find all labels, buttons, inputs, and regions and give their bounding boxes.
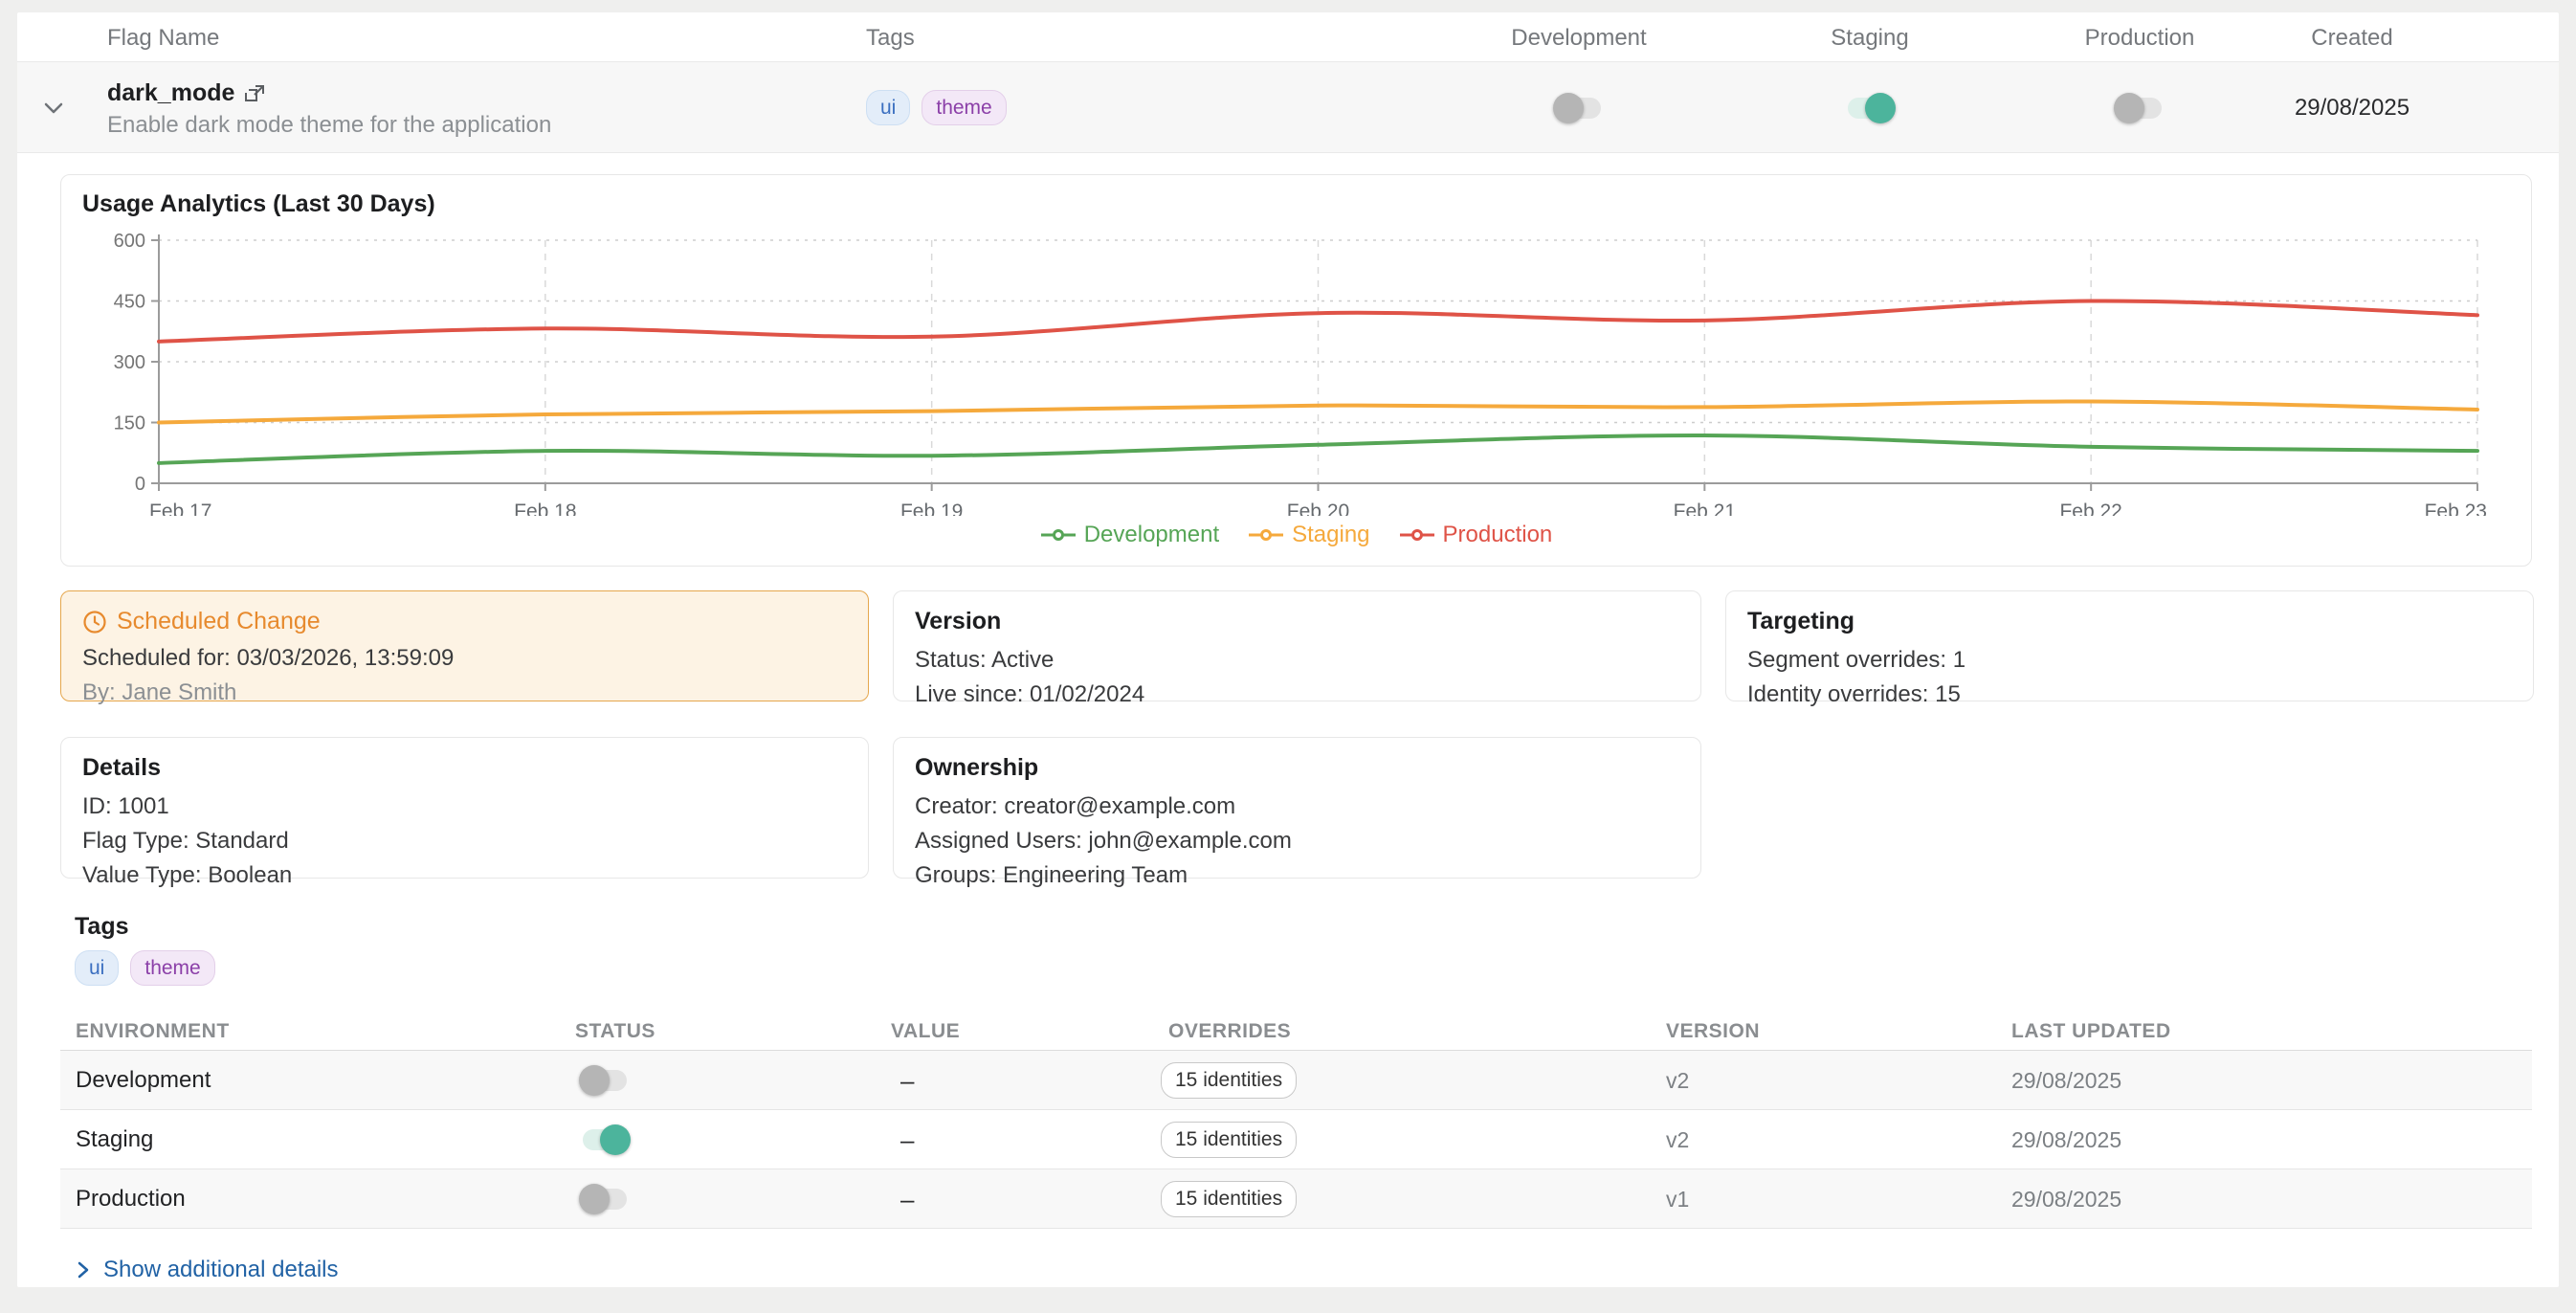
flag-created-date: 29/08/2025 — [2228, 62, 2476, 153]
legend-item-development[interactable]: Development — [1040, 522, 1219, 548]
svg-text:600: 600 — [114, 231, 145, 252]
env-version: v2 — [1666, 1051, 1689, 1110]
flag-name: dark_mode — [107, 79, 234, 107]
production-row-toggle[interactable] — [583, 1189, 627, 1210]
column-tags: Tags — [866, 25, 915, 52]
tag-pill-theme[interactable]: theme — [130, 950, 214, 986]
groups: Groups: Engineering Team — [915, 862, 1679, 889]
identities-badge[interactable]: 15 identities — [1161, 1062, 1297, 1099]
scheduled-by: By: Jane Smith — [82, 679, 847, 706]
svg-text:Feb 18: Feb 18 — [514, 501, 576, 516]
header-environment: ENVIRONMENT — [76, 1020, 230, 1043]
version-status: Status: Active — [915, 647, 1679, 674]
env-name: Production — [76, 1169, 186, 1229]
development-row-toggle[interactable] — [583, 1070, 627, 1091]
env-value: – — [900, 1110, 914, 1169]
tag-pill-theme[interactable]: theme — [922, 90, 1006, 125]
scheduled-for: Scheduled for: 03/03/2026, 13:59:09 — [82, 645, 847, 672]
identities-badge[interactable]: 15 identities — [1161, 1181, 1297, 1217]
svg-text:Feb 23: Feb 23 — [2425, 501, 2487, 516]
svg-text:Feb 17: Feb 17 — [149, 501, 211, 516]
show-additional-details-link[interactable]: Show additional details — [75, 1257, 339, 1283]
table-row-development: Development – 15 identities v2 29/08/202… — [60, 1051, 2532, 1110]
chart-title: Usage Analytics (Last 30 Days) — [82, 190, 435, 218]
scheduled-change-card: Scheduled Change Scheduled for: 03/03/20… — [60, 590, 869, 701]
staging-row-toggle[interactable] — [583, 1129, 627, 1150]
tag-pill-ui[interactable]: ui — [75, 950, 119, 986]
header-value: VALUE — [891, 1020, 960, 1043]
svg-text:450: 450 — [114, 292, 145, 313]
identity-overrides: Identity overrides: 15 — [1747, 681, 2512, 708]
tags-section-title: Tags — [75, 913, 129, 941]
column-staging: Staging — [1745, 25, 1994, 52]
version-live-since: Live since: 01/02/2024 — [915, 681, 1679, 708]
svg-text:300: 300 — [114, 352, 145, 373]
svg-text:150: 150 — [114, 413, 145, 434]
usage-analytics-chart: 0 150 300 450 600 Feb 17 Feb 18 Feb 19 Feb 20 Feb… — [80, 227, 2514, 516]
expand-chevron-icon[interactable] — [38, 94, 69, 121]
header-status: STATUS — [575, 1020, 655, 1043]
chevron-right-icon — [75, 1259, 92, 1280]
flag-description: Enable dark mode theme for the applicati… — [107, 112, 551, 139]
header-last-updated: LAST UPDATED — [2011, 1020, 2171, 1043]
env-name: Staging — [76, 1110, 153, 1169]
staging-toggle[interactable] — [1848, 98, 1892, 119]
feature-flag-panel: Flag Name Tags Development Staging Produ… — [17, 12, 2559, 1287]
svg-text:Feb 22: Feb 22 — [2059, 501, 2121, 516]
header-overrides: OVERRIDES — [1168, 1020, 1291, 1043]
column-created: Created — [2228, 25, 2476, 52]
env-last-updated: 29/08/2025 — [2011, 1051, 2121, 1110]
value-type: Value Type: Boolean — [82, 862, 847, 889]
environment-table-header: ENVIRONMENT STATUS VALUE OVERRIDES VERSI… — [60, 1014, 2532, 1051]
segment-overrides: Segment overrides: 1 — [1747, 647, 2512, 674]
env-last-updated: 29/08/2025 — [2011, 1110, 2121, 1169]
tags-section-tags: uitheme — [75, 950, 215, 986]
flag-id: ID: 1001 — [82, 793, 847, 820]
clock-icon — [82, 610, 107, 634]
column-development: Development — [1455, 25, 1703, 52]
ownership-card-title: Ownership — [915, 754, 1679, 782]
svg-text:Feb 20: Feb 20 — [1287, 501, 1349, 516]
version-card-title: Version — [915, 608, 1679, 635]
details-card: Details ID: 1001 Flag Type: Standard Val… — [60, 737, 869, 879]
environment-table: ENVIRONMENT STATUS VALUE OVERRIDES VERSI… — [60, 1014, 2532, 1229]
table-row-production: Production – 15 identities v1 29/08/2025 — [60, 1169, 2532, 1229]
table-row-staging: Staging – 15 identities v2 29/08/2025 — [60, 1110, 2532, 1169]
flag-row-tags: uitheme — [866, 62, 1007, 153]
assigned-users: Assigned Users: john@example.com — [915, 828, 1679, 855]
column-flag-name: Flag Name — [107, 25, 219, 52]
identities-badge[interactable]: 15 identities — [1161, 1122, 1297, 1158]
external-link-icon[interactable] — [244, 82, 267, 105]
scheduled-change-title: Scheduled Change — [117, 608, 321, 635]
development-toggle[interactable] — [1557, 98, 1601, 119]
creator: Creator: creator@example.com — [915, 793, 1679, 820]
flag-type: Flag Type: Standard — [82, 828, 847, 855]
header-version: VERSION — [1666, 1020, 1760, 1043]
chart-legend: Development Staging Production — [61, 522, 2531, 548]
env-value: – — [900, 1051, 914, 1110]
svg-text:0: 0 — [135, 474, 145, 495]
flag-row: dark_mode Enable dark mode theme for the… — [17, 62, 2559, 153]
version-card: Version Status: Active Live since: 01/02… — [893, 590, 1701, 701]
details-card-title: Details — [82, 754, 847, 782]
env-value: – — [900, 1169, 914, 1229]
usage-analytics-card: Usage Analytics (Last 30 Days) 0 150 300 45… — [60, 174, 2532, 567]
column-production: Production — [2015, 25, 2264, 52]
flag-table-header: Flag Name Tags Development Staging Produ… — [17, 12, 2559, 62]
targeting-card-title: Targeting — [1747, 608, 2512, 635]
env-name: Development — [76, 1051, 211, 1110]
env-version: v2 — [1666, 1110, 1689, 1169]
ownership-card: Ownership Creator: creator@example.com A… — [893, 737, 1701, 879]
production-toggle[interactable] — [2118, 98, 2162, 119]
svg-text:Feb 19: Feb 19 — [900, 501, 963, 516]
legend-item-production[interactable]: Production — [1399, 522, 1553, 548]
legend-item-staging[interactable]: Staging — [1248, 522, 1369, 548]
svg-text:Feb 21: Feb 21 — [1674, 501, 1736, 516]
tag-pill-ui[interactable]: ui — [866, 90, 910, 125]
targeting-card: Targeting Segment overrides: 1 Identity … — [1725, 590, 2534, 701]
env-version: v1 — [1666, 1169, 1689, 1229]
env-last-updated: 29/08/2025 — [2011, 1169, 2121, 1229]
